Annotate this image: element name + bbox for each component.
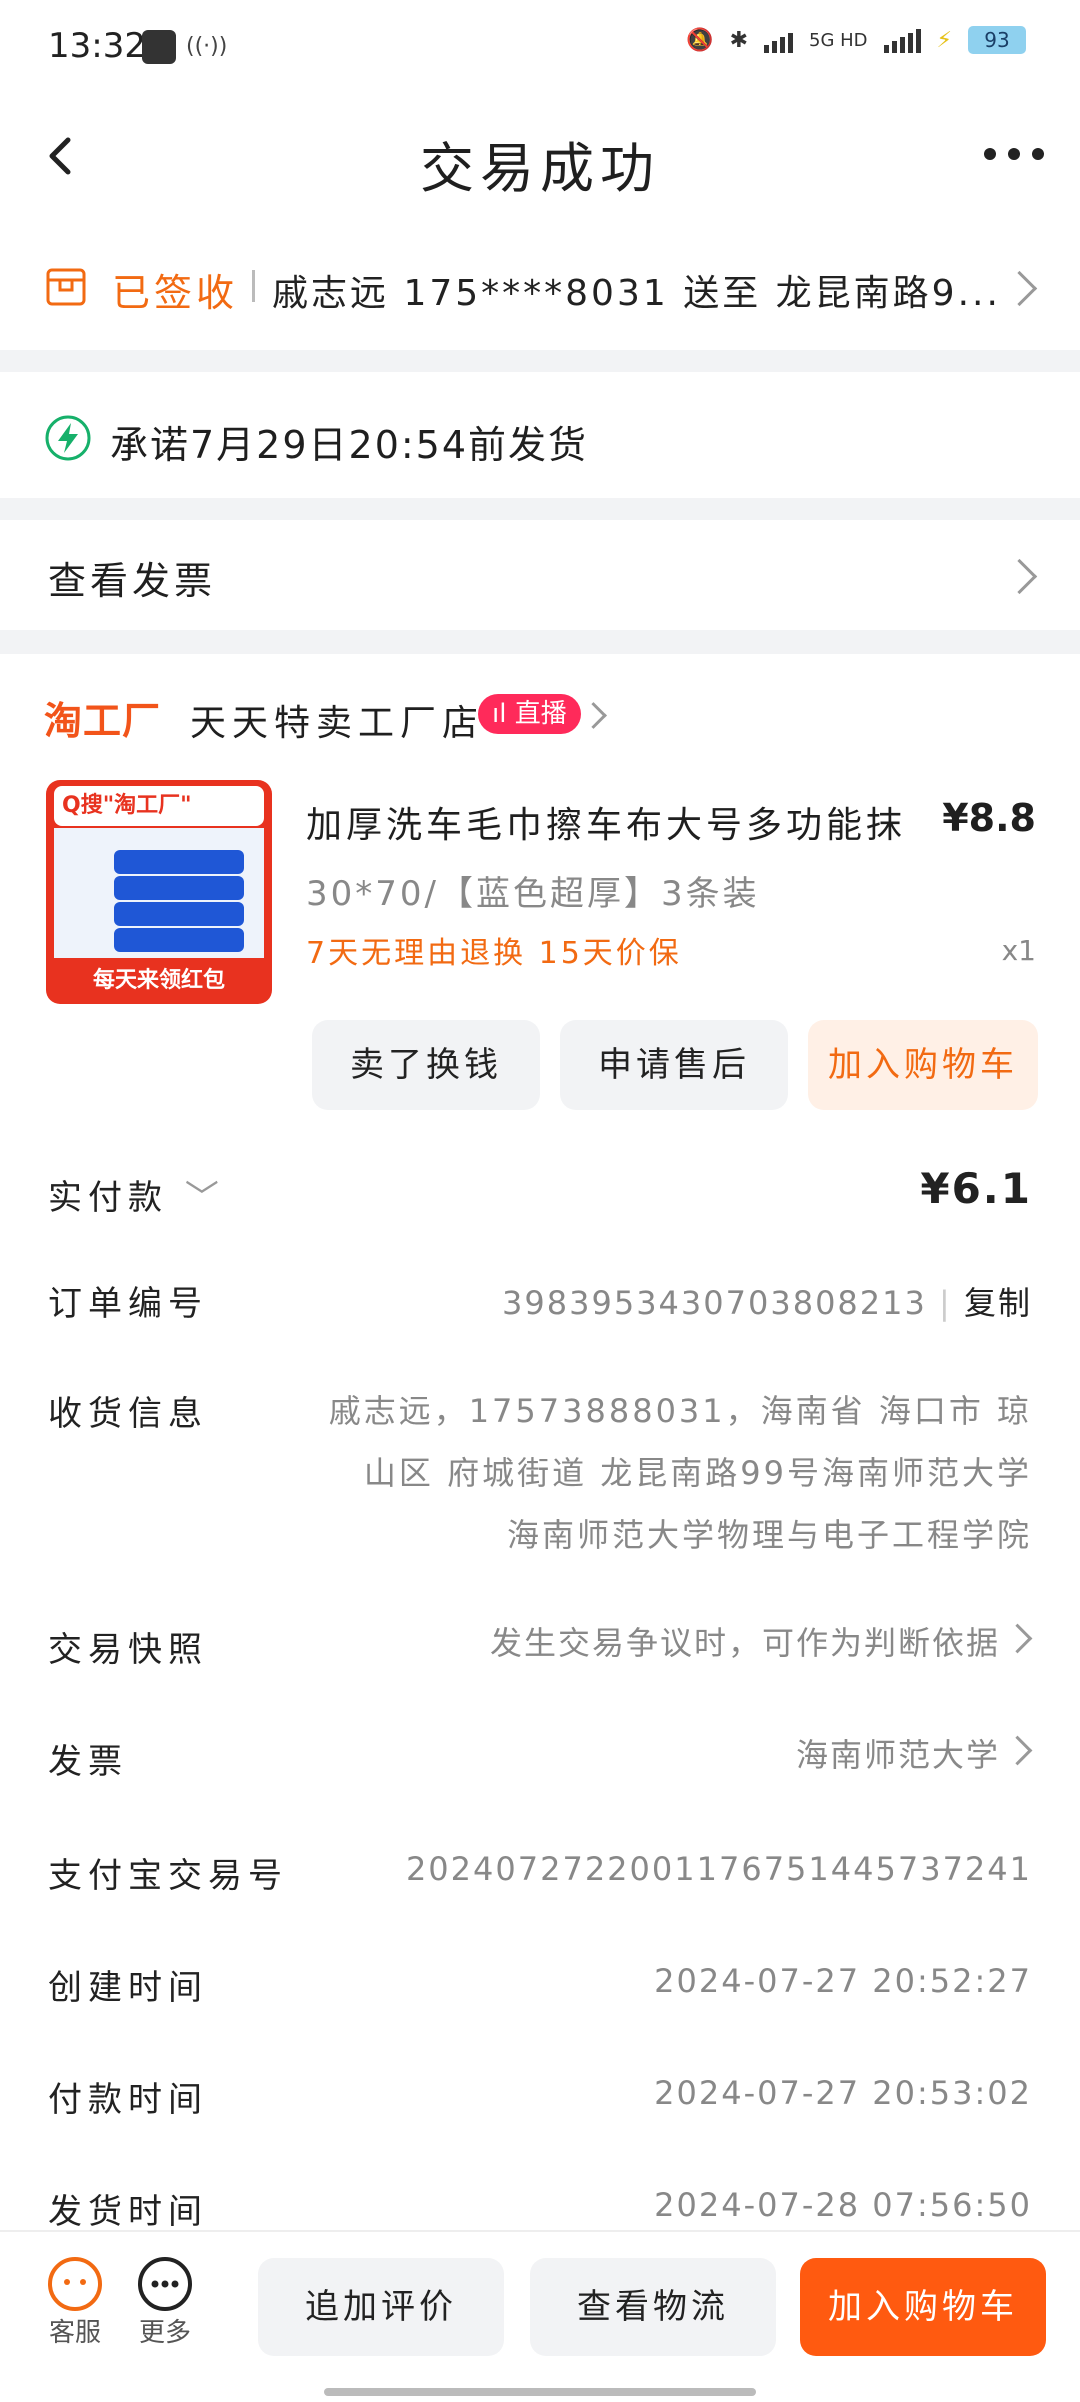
paid-label[interactable]: 实付款 ﹀ xyxy=(48,1170,225,1219)
store-logo: 淘工厂 xyxy=(44,699,162,743)
delivery-row[interactable]: 已签收 戚志远 175****8031 送至 龙昆南路9... xyxy=(0,232,1080,342)
section-divider xyxy=(0,350,1080,372)
receiver-info: 戚志远，17573888031，海南省 海口市 琼 山区 府城街道 龙昆南路99… xyxy=(312,1380,1032,1566)
snapshot-label: 交易快照 xyxy=(48,1630,208,1670)
section-divider xyxy=(0,630,1080,654)
sell-button[interactable]: 卖了换钱 xyxy=(312,1020,540,1110)
service-face-icon xyxy=(48,2257,102,2311)
hotspot-icon: ((·)) xyxy=(186,34,228,59)
home-indicator xyxy=(324,2388,756,2396)
paid-time-value: 2024-07-27 20:53:02 xyxy=(654,2074,1032,2112)
store-name: 天天特卖工厂店 xyxy=(190,703,485,744)
delivery-address: 戚志远 175****8031 送至 龙昆南路9... xyxy=(272,273,1001,314)
page-title: 交易成功 xyxy=(420,137,660,200)
after-sale-button[interactable]: 申请售后 xyxy=(560,1020,788,1110)
divider xyxy=(252,270,255,302)
thumb-search-text: Q搜"淘工厂" xyxy=(54,786,264,826)
bluetooth-icon: ✱ xyxy=(729,27,749,53)
service-label: 客服 xyxy=(48,2318,101,2348)
status-right: 🔕 ✱ 5G HD ⚡ 93 xyxy=(686,26,1026,54)
order-no-label: 订单编号 xyxy=(48,1284,208,1324)
alipay-no-label: 支付宝交易号 xyxy=(48,1856,288,1896)
paid-amount: ¥6.1 xyxy=(920,1164,1032,1213)
more-dots-icon xyxy=(138,2257,192,2311)
chevron-right-icon xyxy=(1001,558,1038,595)
package-icon xyxy=(46,268,86,306)
created-time-label: 创建时间 xyxy=(48,1968,208,2008)
lightning-icon xyxy=(45,415,91,461)
order-no-row: 3983953430703808213 | 复制 xyxy=(502,1284,1032,1322)
network-label: 5G HD xyxy=(809,29,868,51)
chevron-right-icon xyxy=(1002,1623,1033,1654)
more-label: 更多 xyxy=(138,2318,191,2348)
alipay-no-value: 2024072722001176751445737241 xyxy=(405,1850,1032,1888)
created-time-value: 2024-07-27 20:52:27 xyxy=(654,1962,1032,2000)
product-price: ¥8.8 xyxy=(942,796,1036,840)
invoice-value[interactable]: 海南师范大学 xyxy=(796,1730,1000,1776)
status-time: 13:32 xyxy=(48,26,146,66)
add-to-cart-bottom-button[interactable]: 加入购物车 xyxy=(800,2258,1046,2356)
shipped-time-value: 2024-07-28 07:56:50 xyxy=(654,2186,1032,2224)
store-header[interactable]: 淘工厂 天天特卖工厂店 ıl 直播 xyxy=(0,690,1080,750)
receiver-label: 收货信息 xyxy=(48,1394,208,1434)
receiver-line3: 海南师范大学物理与电子工程学院 xyxy=(506,1516,1032,1554)
ship-promise-text: 承诺7月29日20:54前发货 xyxy=(110,423,589,467)
more-button[interactable]: 更多 xyxy=(130,2256,200,2349)
section-divider xyxy=(0,498,1080,520)
customer-service-button[interactable]: 客服 xyxy=(40,2256,110,2349)
cell-signal-icon xyxy=(883,27,921,53)
product-spec: 30*70/【蓝色超厚】3条装 xyxy=(306,874,760,914)
invoice-label: 发票 xyxy=(48,1742,128,1782)
order-no-value: 3983953430703808213 xyxy=(502,1284,927,1322)
status-bar: 13:32 ((·)) 🔕 ✱ 5G HD ⚡ 93 xyxy=(0,0,1080,96)
chevron-right-icon xyxy=(1002,1735,1033,1766)
product-service-tags: 7天无理由退换 15天价保 xyxy=(306,936,682,971)
more-menu-icon[interactable] xyxy=(984,148,1044,160)
product-title[interactable]: 加厚洗车毛巾擦车布大号多功能抹 xyxy=(306,796,906,848)
live-label: 直播 xyxy=(514,699,567,729)
chevron-right-icon xyxy=(580,702,607,729)
paid-time-label: 付款时间 xyxy=(48,2080,208,2120)
delivery-status: 已签收 xyxy=(112,271,239,315)
chevron-right-icon xyxy=(1001,270,1038,307)
thumb-image xyxy=(54,828,264,958)
receiver-line1: 戚志远，17573888031，海南省 海口市 琼 xyxy=(328,1392,1032,1430)
live-badge[interactable]: ıl 直播 xyxy=(478,694,581,734)
receiver-line2: 山区 府城街道 龙昆南路99号海南师范大学 xyxy=(363,1454,1032,1492)
thumb-bottom-text: 每天来领红包 xyxy=(92,968,225,993)
paid-label-text: 实付款 xyxy=(48,1178,168,1218)
telegram-icon xyxy=(142,30,176,64)
wifi-signal-icon xyxy=(764,27,794,53)
view-invoice-label: 查看发票 xyxy=(48,559,217,603)
live-icon: ıl xyxy=(492,699,515,729)
shipped-time-label: 发货时间 xyxy=(48,2192,208,2232)
charging-icon: ⚡ xyxy=(936,27,952,53)
view-invoice-row[interactable]: 查看发票 xyxy=(0,520,1080,630)
add-to-cart-button[interactable]: 加入购物车 xyxy=(808,1020,1038,1110)
add-review-button[interactable]: 追加评价 xyxy=(258,2258,504,2356)
copy-button[interactable]: 复制 xyxy=(964,1284,1032,1322)
battery-indicator: 93 xyxy=(968,26,1026,54)
mute-icon: 🔕 xyxy=(686,27,714,53)
view-logistics-button[interactable]: 查看物流 xyxy=(530,2258,776,2356)
product-thumbnail[interactable]: Q搜"淘工厂" 每天来领红包 xyxy=(46,780,272,1004)
product-quantity: x1 xyxy=(1001,934,1036,967)
ship-promise-row: 承诺7月29日20:54前发货 xyxy=(0,372,1080,500)
snapshot-value[interactable]: 发生交易争议时，可作为判断依据 xyxy=(490,1618,1000,1664)
chevron-down-icon: ﹀ xyxy=(184,1178,225,1218)
page-header: 交易成功 xyxy=(0,96,1080,224)
